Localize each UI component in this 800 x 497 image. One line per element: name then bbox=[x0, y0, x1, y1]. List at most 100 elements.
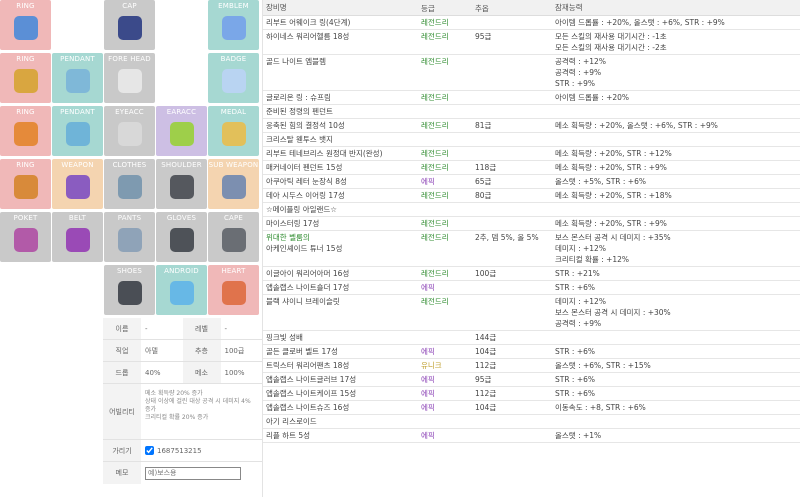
slot-eyeacc[interactable]: EYEACC bbox=[104, 106, 155, 156]
hunt-value: 100급 bbox=[224, 346, 245, 355]
ability-label: 어빌리티 bbox=[103, 384, 141, 439]
table-row[interactable]: 크리스탈 웬투스 뱃지 bbox=[263, 133, 800, 147]
cape-icon bbox=[222, 228, 246, 252]
table-row[interactable]: 아기 리스로이드 bbox=[263, 415, 800, 429]
item-bonus-stat: 2추, 뎀 5%, 올 5% bbox=[475, 233, 539, 242]
slot-gloves[interactable]: GLOVES bbox=[156, 212, 207, 262]
slot-heart[interactable]: HEART bbox=[208, 265, 259, 315]
slot-shoulder[interactable]: SHOULDER bbox=[156, 159, 207, 209]
slot-label: HEART bbox=[221, 267, 246, 275]
table-row[interactable]: 골드 나이트 엠블렘 레전드리 공격력 : +12% 공격력 : +9% STR : +… bbox=[263, 55, 800, 91]
item-potential: 데미지 : +12% 보스 몬스터 공격 시 데미지 : +30% 공격력 : +9… bbox=[555, 295, 800, 330]
slot-label: SHOES bbox=[116, 267, 143, 275]
table-row[interactable]: 앱솔랩스 나이트숄더 17성 에픽 STR : +6% bbox=[263, 281, 800, 295]
item-bonus-stat: 104급 bbox=[475, 347, 497, 356]
table-row[interactable]: 아쿠아틱 레터 눈장식 8성 에픽 65급 올스탯 : +5%, STR : +6% bbox=[263, 175, 800, 189]
slot-ring[interactable]: RING bbox=[0, 0, 51, 50]
empty-slot bbox=[52, 265, 103, 315]
item-name: 응축된 힘의 결정석 10성 bbox=[266, 121, 345, 130]
item-bonus-stat bbox=[475, 415, 555, 428]
table-row[interactable]: 리플 하트 5성 에픽 올스탯 : +1% bbox=[263, 429, 800, 443]
hide-checkbox[interactable] bbox=[145, 446, 154, 455]
slot-pants[interactable]: PANTS bbox=[104, 212, 155, 262]
item-grade: 에픽 bbox=[421, 347, 435, 356]
item-potential: 메소 획득량 : +20%, STR : +9% bbox=[555, 161, 800, 174]
table-row[interactable]: 위대한 벨룸의 아케인셰이드 튜너 15성 레전드리 2추, 뎀 5%, 올 5% 보스… bbox=[263, 231, 800, 267]
table-row[interactable]: 준비된 정령의 펜던트 bbox=[263, 105, 800, 119]
table-row[interactable]: ☆메이플링 아일랜드☆ bbox=[263, 203, 800, 217]
slot-belt[interactable]: BELT bbox=[52, 212, 103, 262]
table-row[interactable]: 하이네스 워리어헬름 18성 레전드리 95급 모든 스킬의 재사용 대기시간 : -… bbox=[263, 30, 800, 55]
item-name: 위대한 벨룸의 아케인셰이드 튜너 15성 bbox=[263, 231, 421, 266]
pocket-icon bbox=[14, 228, 38, 252]
slot-earacc[interactable]: EARACC bbox=[156, 106, 207, 156]
potential-line: 모든 스킬의 재사용 대기시간 : -2초 bbox=[555, 43, 667, 52]
slot-fore-head[interactable]: FORE HEAD bbox=[104, 53, 155, 103]
item-bonus-stat bbox=[475, 217, 555, 230]
table-row[interactable]: 리부트 테네브리스 원정대 반지(완성) 레전드리 메소 획득량 : +20%, S… bbox=[263, 147, 800, 161]
item-grade: 레전드리 bbox=[421, 121, 449, 130]
table-row[interactable]: 글로리온 링 : 슈프림 레전드리 아이템 드롭률 : +20% bbox=[263, 91, 800, 105]
item-bonus-stat bbox=[475, 91, 555, 104]
table-row[interactable]: 앱솔랩스 나이트글러브 17성 에픽 95급 STR : +6% bbox=[263, 373, 800, 387]
table-row[interactable]: 마이스터링 17성 레전드리 메소 획득량 : +20%, STR : +9% bbox=[263, 217, 800, 231]
slot-ring[interactable]: RING bbox=[0, 53, 51, 103]
slot-label: CAP bbox=[122, 2, 137, 10]
potential-line: 공격력 : +9% bbox=[555, 319, 602, 328]
memo-wrap bbox=[141, 462, 262, 484]
slot-badge[interactable]: BADGE bbox=[208, 53, 259, 103]
slot-ring[interactable]: RING bbox=[0, 159, 51, 209]
item-bonus-stat: 81급 bbox=[475, 121, 492, 130]
potential-line: STR : +6% bbox=[555, 283, 596, 292]
item-name: 데아 시두스 이어링 17성 bbox=[266, 191, 345, 200]
item-name: 블랙 샤이니 브레이슬릿 bbox=[266, 297, 340, 306]
hide-value-wrap: 1687513215 bbox=[141, 440, 262, 461]
table-row[interactable]: 골든 클로버 벨트 17성 에픽 104급 STR : +6% bbox=[263, 345, 800, 359]
table-row[interactable]: 블랙 샤이니 브레이슬릿 레전드리 데미지 : +12% 보스 몬스터 공격 시 데미… bbox=[263, 295, 800, 331]
slot-sub-weapon[interactable]: SUB WEAPON bbox=[208, 159, 259, 209]
slot-emblem[interactable]: EMBLEM bbox=[208, 0, 259, 50]
table-row[interactable]: 핑크빛 성배 144급 bbox=[263, 331, 800, 345]
empty-slot bbox=[156, 0, 207, 50]
potential-line: 올스탯 : +5%, STR : +6% bbox=[555, 177, 646, 186]
potential-line: 메소 획득량 : +20%, STR : +18% bbox=[555, 191, 672, 200]
slot-medal[interactable]: MEDAL bbox=[208, 106, 259, 156]
table-row[interactable]: 매커네이터 펜던트 15성 레전드리 118급 메소 획득량 : +20%, STR … bbox=[263, 161, 800, 175]
ability-line: 크리티컬 확률 20% 증가 bbox=[145, 414, 209, 421]
slot-label: SUB WEAPON bbox=[208, 161, 259, 169]
job-label: 직업 bbox=[103, 340, 141, 361]
slot-label: RING bbox=[16, 161, 35, 169]
hide-label: 가리기 bbox=[103, 440, 141, 461]
shoes-icon bbox=[118, 281, 142, 305]
slot-clothes[interactable]: CLOTHES bbox=[104, 159, 155, 209]
memo-input[interactable] bbox=[145, 466, 241, 480]
slot-poket[interactable]: POKET bbox=[0, 212, 51, 262]
name-label: 이름 bbox=[103, 318, 141, 339]
item-potential: STR : +6% bbox=[555, 373, 800, 386]
item-name: 아쿠아틱 레터 눈장식 8성 bbox=[266, 177, 347, 186]
slot-cape[interactable]: CAPE bbox=[208, 212, 259, 262]
ring-2-icon bbox=[14, 69, 38, 93]
slot-pendant[interactable]: PENDANT bbox=[52, 106, 103, 156]
slot-android[interactable]: ANDROID bbox=[156, 265, 207, 315]
table-row[interactable]: 앱솔랩스 나이트슈즈 16성 에픽 104급 이동속도 : +8, STR : +6% bbox=[263, 401, 800, 415]
slot-pendant[interactable]: PENDANT bbox=[52, 53, 103, 103]
table-row[interactable]: 이글아이 워리어아머 16성 레전드리 100급 STR : +21% bbox=[263, 267, 800, 281]
name-value: - bbox=[145, 324, 148, 333]
item-bonus-stat: 144급 bbox=[475, 333, 497, 342]
item-grade: 레전드리 bbox=[421, 32, 449, 41]
item-name: 앱솔랩스 나이트숄더 17성 bbox=[266, 283, 350, 292]
potential-line: 모든 스킬의 재사용 대기시간 : -1초 bbox=[555, 32, 667, 41]
hide-row: 가리기 1687513215 bbox=[103, 440, 262, 462]
heart-icon bbox=[222, 281, 246, 305]
slot-weapon[interactable]: WEAPON bbox=[52, 159, 103, 209]
table-row[interactable]: 리부트 어웨이크 링(4단계) 레전드리 아이템 드롭률 : +20%, 올스탯 :… bbox=[263, 16, 800, 30]
slot-ring[interactable]: RING bbox=[0, 106, 51, 156]
slot-shoes[interactable]: SHOES bbox=[104, 265, 155, 315]
table-row[interactable]: 데아 시두스 이어링 17성 레전드리 80급 메소 획득량 : +20%, STR … bbox=[263, 189, 800, 203]
table-row[interactable]: 앱솔랩스 나이트케이프 15성 에픽 112급 STR : +6% bbox=[263, 387, 800, 401]
potential-line: STR : +21% bbox=[555, 269, 600, 278]
slot-cap[interactable]: CAP bbox=[104, 0, 155, 50]
table-row[interactable]: 응축된 힘의 결정석 10성 레전드리 81급 메소 획득량 : +20%, 올스탯 … bbox=[263, 119, 800, 133]
table-row[interactable]: 트릭스터 워리어팬츠 18성 유니크 112급 올스탯 : +6%, STR : +1… bbox=[263, 359, 800, 373]
